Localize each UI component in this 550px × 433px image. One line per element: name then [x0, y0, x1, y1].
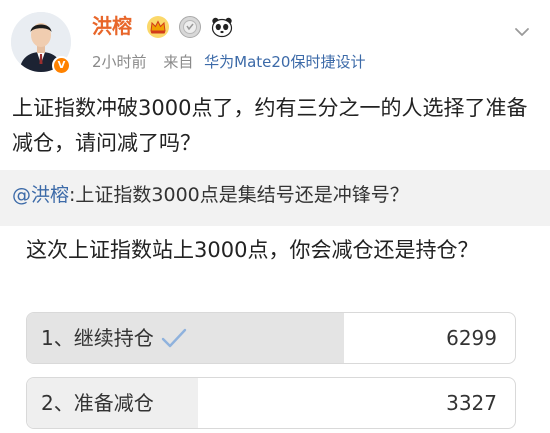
- poll-card: 这次上证指数站上3000点，你会减仓还是持仓？ 1、继续持仓 6299 2、准备…: [0, 226, 550, 433]
- poll-option-1-label-row: 1、继续持仓: [41, 325, 188, 351]
- repost-text: 上证指数3000点是集结号还是冲锋号？: [75, 184, 409, 206]
- mention-link[interactable]: @洪榕: [12, 184, 69, 206]
- crown-badge-icon[interactable]: [146, 15, 170, 39]
- poll-option-1[interactable]: 1、继续持仓 6299: [26, 312, 516, 364]
- post-header: V 洪榕 2小时前 来自 华为Mate20保时捷设计: [0, 0, 550, 80]
- user-badges: [146, 14, 234, 40]
- verified-badge: V: [52, 56, 71, 75]
- poll-option-1-label: 1、继续持仓: [41, 326, 154, 350]
- source-device[interactable]: 华为Mate20保时捷设计: [204, 53, 365, 71]
- post-time: 2小时前: [92, 53, 147, 71]
- repost-container[interactable]: @洪榕:上证指数3000点是集结号还是冲锋号？ 这次上证指数站上3000点，你会…: [0, 170, 550, 433]
- check-icon: [161, 328, 186, 348]
- silver-medal-badge-icon[interactable]: [178, 15, 202, 39]
- poll-option-2-label-row: 2、准备减仓: [41, 390, 154, 416]
- weibo-post: V 洪榕 2小时前 来自 华为Mate20保时捷设计 上证指数冲破3000点了，…: [0, 0, 550, 433]
- repost-line: @洪榕:上证指数3000点是集结号还是冲锋号？: [12, 182, 409, 208]
- chevron-down-icon[interactable]: [512, 22, 532, 42]
- poll-option-2-label: 2、准备减仓: [41, 391, 154, 415]
- post-text: 上证指数冲破3000点了，约有三分之一的人选择了准备减仓，请问减了吗？: [12, 96, 528, 155]
- panda-badge-icon[interactable]: [210, 15, 234, 39]
- poll-option-1-count: 6299: [446, 326, 497, 350]
- username[interactable]: 洪榕: [92, 13, 132, 39]
- poll-question: 这次上证指数站上3000点，你会减仓还是持仓？: [26, 238, 479, 262]
- post-meta: 2小时前 来自 华为Mate20保时捷设计: [92, 52, 365, 72]
- poll-option-2-count: 3327: [446, 391, 497, 415]
- poll-option-2[interactable]: 2、准备减仓 3327: [26, 377, 516, 429]
- source-prefix: 来自: [163, 53, 194, 71]
